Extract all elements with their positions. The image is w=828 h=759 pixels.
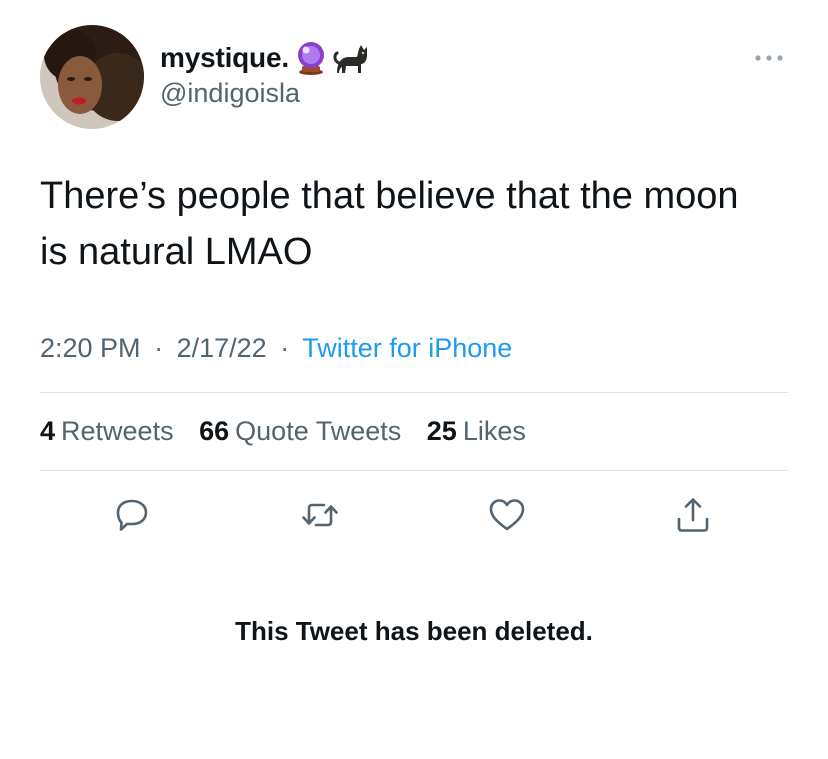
avatar[interactable] — [40, 25, 144, 129]
reply-icon[interactable] — [112, 495, 152, 535]
share-icon[interactable] — [673, 495, 713, 535]
retweets-count: 4 — [40, 416, 56, 446]
retweets-stat[interactable]: 4 Retweets — [40, 416, 174, 446]
likes-label: Likes — [462, 416, 526, 446]
divider — [40, 470, 788, 471]
quote-tweets-stat[interactable]: 66 Quote Tweets — [199, 416, 401, 446]
display-name-row: mystique. — [160, 40, 369, 76]
tweet-source-link[interactable]: Twitter for iPhone — [302, 333, 512, 363]
more-options-icon[interactable] — [754, 50, 784, 66]
tweet-text: There’s people that believe that the moo… — [40, 175, 739, 273]
tweet-meta: 2:20 PM · 2/17/22 · Twitter for iPhone — [40, 333, 512, 364]
likes-stat[interactable]: 25 Likes — [427, 416, 526, 446]
divider — [40, 392, 788, 393]
tweet-stats: 4 Retweets 66 Quote Tweets 25 Likes — [40, 416, 544, 447]
meta-separator: · — [280, 333, 290, 363]
retweets-label: Retweets — [61, 416, 174, 446]
tweet-date[interactable]: 2/17/22 — [177, 333, 267, 363]
deleted-quote-notice: This Tweet has been deleted. — [235, 616, 593, 646]
tweet-detail: mystique. @indigoisla There’s people tha… — [0, 0, 828, 759]
meta-separator: · — [154, 333, 164, 363]
display-name[interactable]: mystique. — [160, 42, 289, 74]
likes-count: 25 — [426, 416, 457, 446]
author-handle[interactable]: @indigoisla — [160, 78, 369, 109]
author-block: mystique. @indigoisla — [160, 40, 369, 109]
quote-tweets-label: Quote Tweets — [235, 416, 402, 446]
quote-tweets-count: 66 — [199, 416, 230, 446]
black-cat-icon — [333, 41, 369, 75]
like-icon[interactable] — [487, 495, 527, 535]
retweet-icon[interactable] — [300, 495, 340, 535]
crystal-ball-icon — [295, 41, 327, 75]
tweet-time[interactable]: 2:20 PM — [40, 333, 141, 363]
